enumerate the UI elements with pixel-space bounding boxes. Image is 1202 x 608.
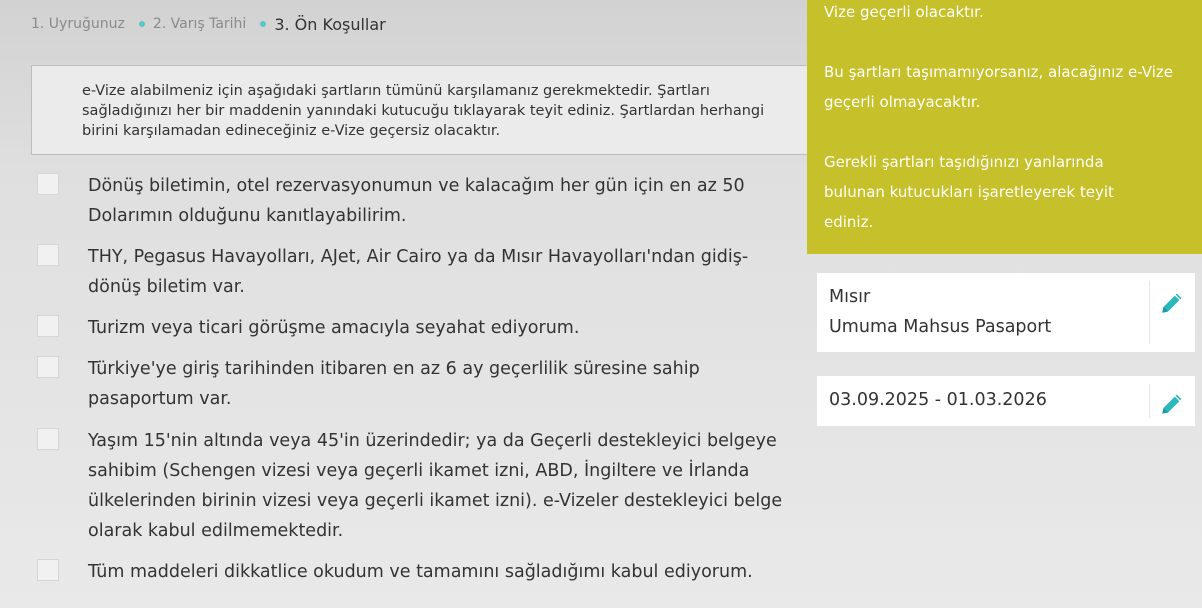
breadcrumb: 1. Uyruğunuz 2. Varış Tarihi 3. Ön Koşul… — [31, 14, 386, 34]
requirement-text: Dönüş biletimin, otel rezervasyonumun ve… — [88, 176, 745, 226]
divider — [1149, 281, 1150, 344]
step-nationality[interactable]: 1. Uyruğunuz — [31, 16, 125, 32]
requirement-checkbox[interactable] — [37, 356, 59, 378]
requirement-text: THY, Pegasus Havayolları, AJet, Air Cair… — [88, 247, 749, 297]
step-prerequisites: 3. Ön Koşullar — [274, 14, 386, 34]
requirement-checkbox[interactable] — [37, 173, 59, 195]
requirement-text: Turizm veya ticari görüşme amacıyla seya… — [88, 318, 580, 338]
help-text: Vize geçerli olacaktır. — [824, 3, 984, 21]
pencil-icon[interactable] — [1159, 391, 1185, 417]
divider — [1149, 384, 1150, 418]
passport-type-value: Umuma Mahsus Pasaport — [829, 317, 1052, 337]
requirement-checkbox[interactable] — [37, 315, 59, 337]
help-text: Bu şartları taşımamıyorsanız, alacağınız… — [824, 63, 1173, 111]
requirement-text: Türkiye'ye giriş tarihinden itibaren en … — [88, 359, 700, 409]
date-range-value: 03.09.2025 - 01.03.2026 — [829, 390, 1047, 410]
dates-summary-card: 03.09.2025 - 01.03.2026 — [817, 376, 1195, 426]
step-separator-dot — [260, 21, 267, 27]
help-panel: Vize geçerli olacaktır. Bu şartları taşı… — [807, 0, 1202, 254]
pencil-icon[interactable] — [1159, 290, 1185, 316]
nationality-summary-card: Mısır Umuma Mahsus Pasaport — [817, 273, 1195, 352]
requirement-text: Tüm maddeleri dikkatlice okudum ve tamam… — [88, 562, 753, 582]
requirement-checkbox[interactable] — [37, 559, 59, 581]
step-separator-dot — [138, 21, 145, 27]
requirement-checkbox[interactable] — [37, 244, 59, 266]
requirement-checkbox[interactable] — [37, 428, 59, 450]
help-text: Gerekli şartları taşıdığınızı yanlarında… — [824, 153, 1114, 231]
step-arrival-date[interactable]: 2. Varış Tarihi — [153, 16, 247, 32]
requirement-text: Yaşım 15'nin altında veya 45'in üzerinde… — [88, 431, 783, 541]
country-value: Mısır — [829, 287, 871, 307]
requirements-notice: e-Vize alabilmeniz için aşağıdaki şartla… — [31, 65, 809, 155]
